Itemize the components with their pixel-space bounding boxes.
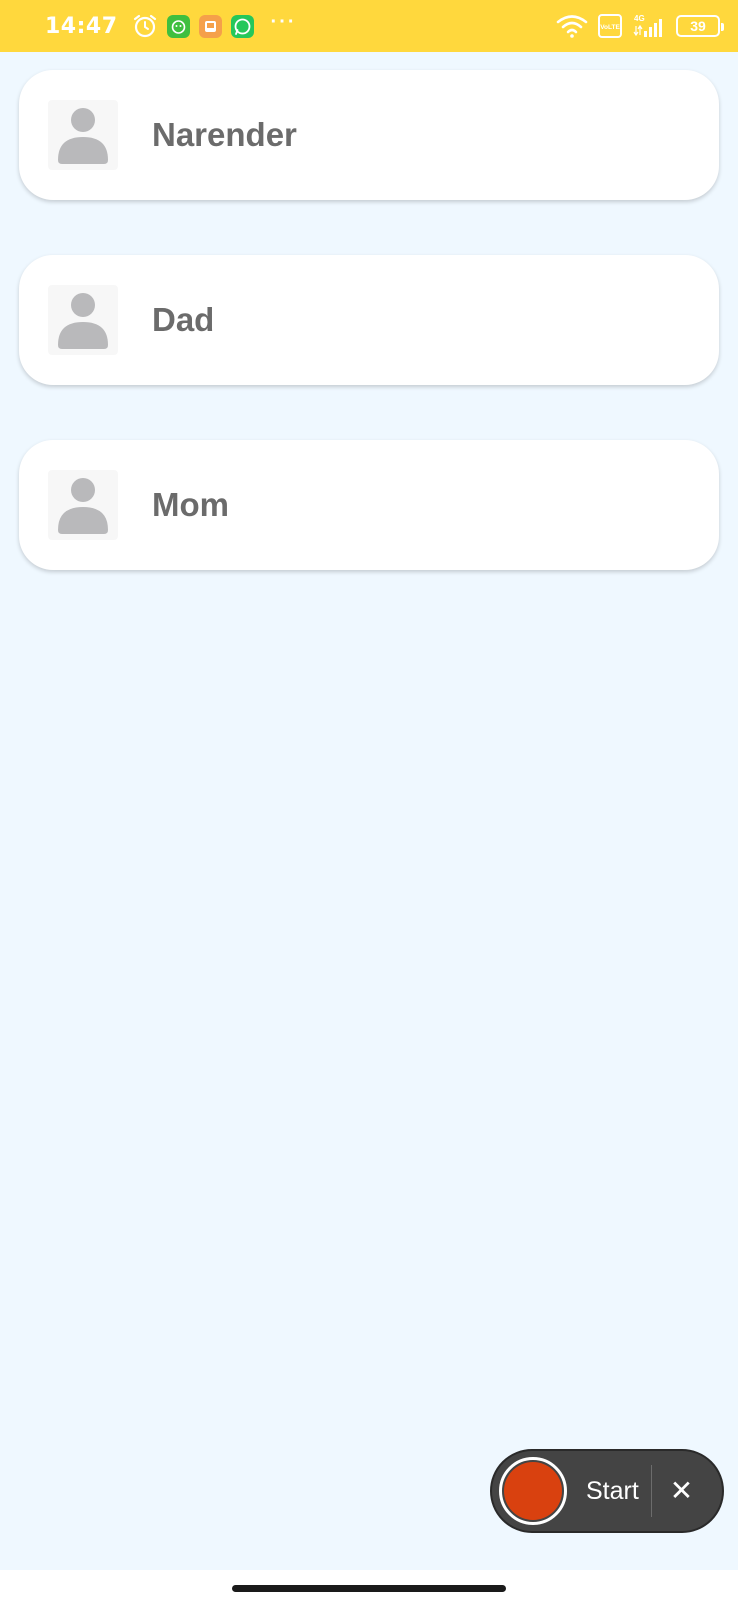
network-type-text: 4G [634, 14, 645, 23]
person-icon [48, 285, 118, 355]
wifi-icon [556, 14, 588, 38]
divider [650, 1465, 652, 1517]
contact-name: Dad [152, 301, 215, 338]
screen-recorder-widget: Start ✕ [490, 1449, 724, 1533]
slides-app-icon [198, 14, 222, 38]
contact-card-narender[interactable]: Narender [19, 70, 719, 200]
start-recording-label[interactable]: Start [586, 1477, 639, 1506]
contact-name: Narender [152, 116, 297, 153]
status-icons-left: ··· [132, 10, 297, 39]
close-icon[interactable]: ✕ [670, 1477, 693, 1505]
status-bar: 14:47 ··· VoLTE 4G 39 [0, 0, 738, 52]
contact-name: Mom [152, 486, 229, 523]
signal-icon: 4G [632, 13, 666, 39]
battery-icon: 39 [676, 15, 724, 37]
contact-card-mom[interactable]: Mom [19, 440, 719, 570]
record-dot-icon [504, 1462, 562, 1520]
home-indicator[interactable] [232, 1585, 506, 1592]
volte-icon: VoLTE [598, 14, 622, 38]
status-icons-right: VoLTE 4G 39 [556, 13, 724, 39]
person-icon [48, 100, 118, 170]
game-app-icon [166, 14, 190, 38]
whatsapp-icon [230, 14, 254, 38]
status-time: 14:47 [45, 13, 118, 39]
battery-level: 39 [690, 18, 706, 34]
record-button[interactable] [499, 1457, 567, 1525]
alarm-icon [132, 13, 158, 39]
contact-card-dad[interactable]: Dad [19, 255, 719, 385]
volte-text: VoLTE [600, 24, 620, 31]
person-icon [48, 470, 118, 540]
more-notifications-icon: ··· [270, 10, 297, 33]
